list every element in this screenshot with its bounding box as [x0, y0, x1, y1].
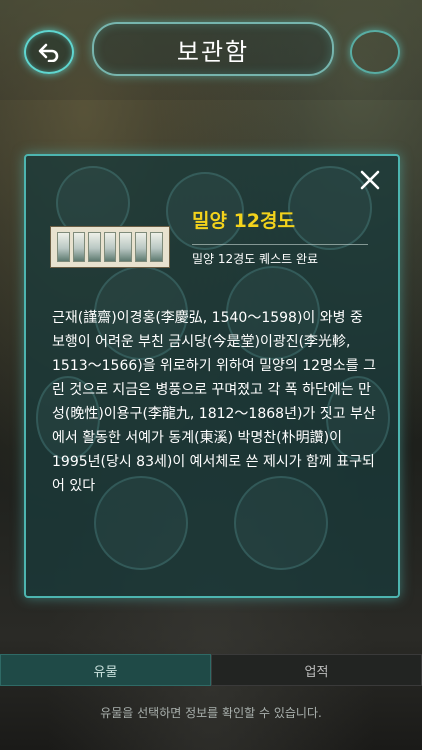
tab-relics-label: 유물	[93, 664, 118, 680]
relic-name: 밀양 12경도	[192, 210, 295, 232]
tab-achievements-label: 업적	[304, 664, 329, 680]
screen-panel	[57, 232, 70, 262]
close-button[interactable]	[356, 166, 384, 194]
screen-panel	[72, 232, 86, 262]
screen-panel	[119, 232, 132, 262]
screen-panel	[134, 232, 148, 262]
divider	[192, 244, 368, 245]
close-icon	[360, 170, 380, 190]
tab-achievements[interactable]: 업적	[211, 654, 422, 686]
page-title-text: 보관함	[176, 37, 250, 66]
relic-detail-modal: 밀양 12경도 밀양 12경도 퀘스트 완료 근재(謹齋)이경홍(李慶弘, 15…	[24, 154, 400, 598]
back-arrow-icon	[38, 43, 59, 62]
page-title: 보관함	[92, 22, 334, 76]
decorative-ring	[350, 30, 400, 74]
screen-panel	[88, 232, 101, 262]
screen-panel	[150, 232, 164, 262]
relic-image	[50, 226, 170, 268]
tab-relics[interactable]: 유물	[0, 654, 211, 686]
footer-hint: 유물을 선택하면 정보를 확인할 수 있습니다.	[100, 706, 322, 720]
back-button[interactable]	[24, 30, 74, 74]
screen-panel	[103, 232, 117, 262]
relic-description: 근재(謹齋)이경홍(李慶弘, 1540～1598)이 와병 중 보행이 어려운 …	[52, 310, 376, 494]
quest-status: 밀양 12경도 퀘스트 완료	[192, 252, 319, 266]
